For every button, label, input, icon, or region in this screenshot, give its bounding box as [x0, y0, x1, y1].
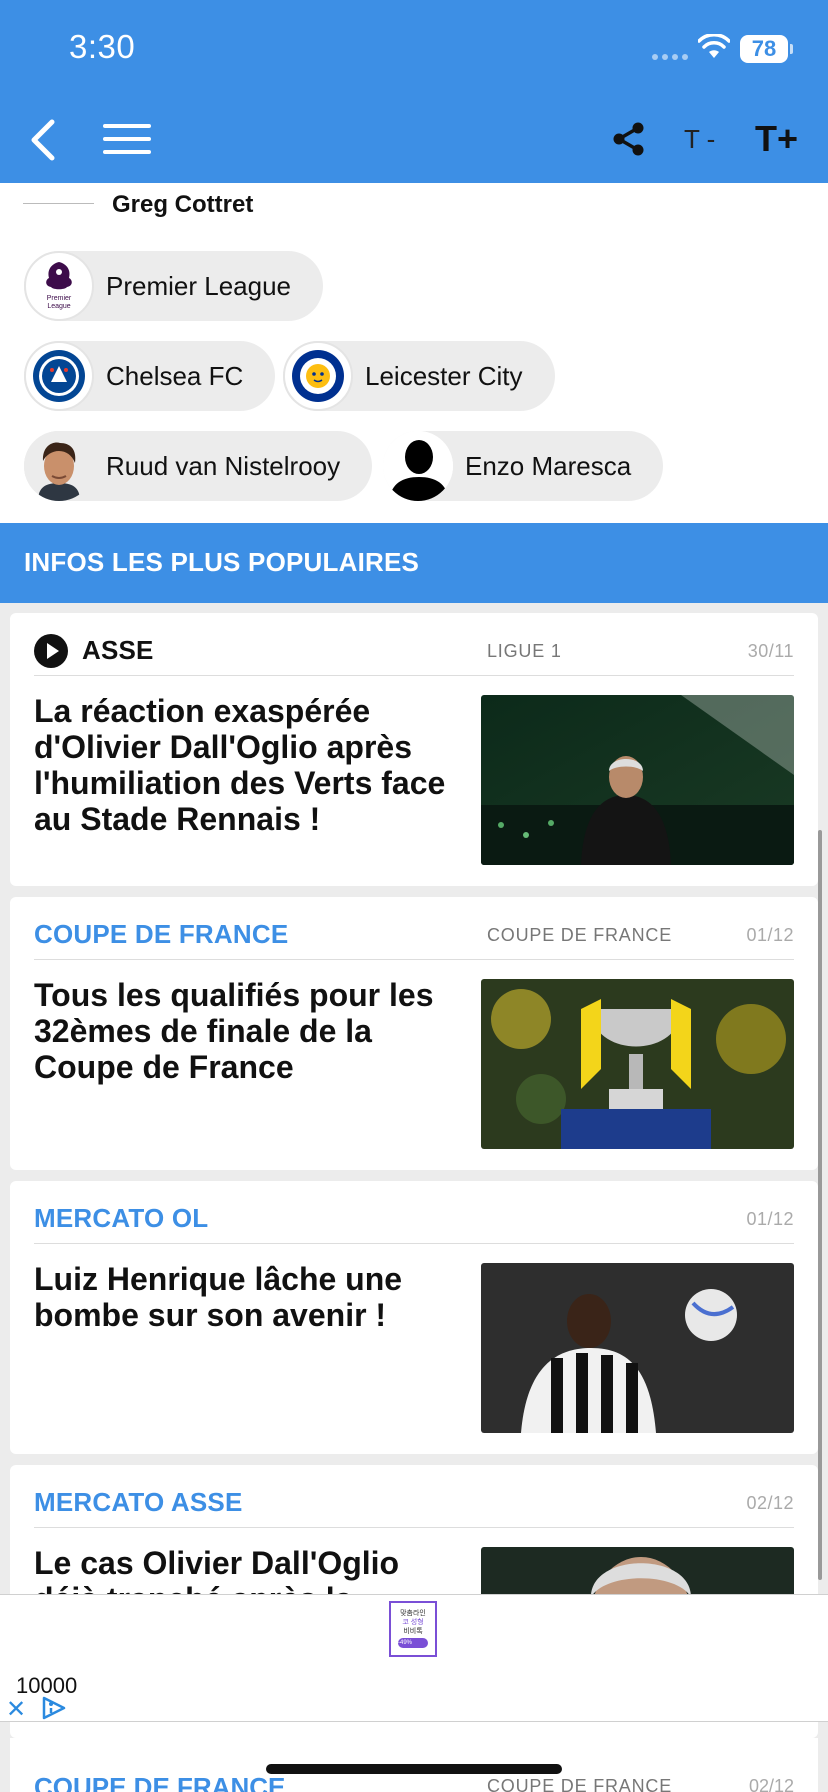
svg-text:League: League	[47, 303, 70, 310]
home-indicator[interactable]	[266, 1764, 562, 1774]
news-card[interactable]: MERCATO OL 01/12 Luiz Henrique lâche une…	[10, 1181, 818, 1454]
popular-news-heading: INFOS LES PLUS POPULAIRES	[0, 523, 828, 603]
section-title: INFOS LES PLUS POPULAIRES	[24, 547, 420, 577]
ad-image[interactable]: 맞춤라인 코 성형 비비톡 -49%	[389, 1601, 437, 1657]
news-category: MERCATO OL	[34, 1203, 209, 1233]
tag-label: Chelsea FC	[106, 360, 244, 391]
news-competition: LIGUE 1	[487, 641, 562, 661]
ad-image-text: 비비톡	[403, 1628, 423, 1635]
article-tags-section: Greg Cottret Premier League Premier Leag…	[0, 183, 828, 523]
tag-enzo-maresca[interactable]: Enzo Maresca	[383, 431, 664, 501]
article-author: Greg Cottret	[112, 191, 254, 218]
leicester-crest-icon	[283, 341, 353, 411]
news-category: COUPE DE FRANCE	[34, 919, 289, 949]
card-divider	[34, 1527, 794, 1528]
back-arrow-icon[interactable]	[24, 116, 64, 164]
tag-label: Leicester City	[365, 360, 523, 391]
tag-leicester-city[interactable]: Leicester City	[283, 341, 555, 411]
news-thumbnail	[481, 1263, 794, 1433]
tag-label: Premier League	[106, 270, 291, 301]
card-divider	[34, 959, 794, 960]
tag-label: Enzo Maresca	[465, 450, 632, 481]
chelsea-crest-icon	[24, 341, 94, 411]
news-card[interactable]: COUPE DE FRANCE COUPE DE FRANCE 01/12 To…	[10, 897, 818, 1170]
card-divider	[34, 675, 794, 676]
news-thumbnail	[481, 979, 794, 1149]
ad-image-text: 맞춤라인	[400, 1610, 426, 1617]
premier-league-logo-icon: Premier League	[24, 251, 94, 321]
news-date: 01/12	[746, 925, 794, 945]
news-date: 30/11	[747, 641, 794, 661]
ad-banner[interactable]: 맞춤라인 코 성형 비비톡 -49% 10000 ✕	[0, 1594, 828, 1724]
play-video-icon	[34, 634, 68, 668]
card-divider	[34, 1243, 794, 1244]
svg-text:Premier: Premier	[47, 295, 72, 302]
text-smaller-button[interactable]: T -	[684, 124, 715, 155]
status-time: 3:30	[69, 28, 136, 65]
adchoices-icon[interactable]	[40, 1695, 70, 1721]
tag-premier-league[interactable]: Premier League Premier League	[24, 251, 323, 321]
news-category: ASSE	[82, 635, 154, 665]
news-category: COUPE DE FRANCE	[34, 1772, 286, 1792]
person-silhouette-icon	[383, 431, 453, 501]
hamburger-menu-icon[interactable]	[103, 124, 151, 156]
news-title: Luiz Henrique lâche une bombe sur son av…	[34, 1261, 403, 1333]
news-thumbnail	[481, 695, 794, 865]
tag-chelsea-fc[interactable]: Chelsea FC	[24, 341, 276, 411]
close-icon[interactable]: ✕	[6, 1695, 26, 1724]
news-category: MERCATO ASSE	[34, 1487, 243, 1517]
scrollbar[interactable]	[818, 830, 822, 1580]
app-header: 3:30 78 T - T+	[0, 0, 828, 183]
tag-label: Ruud van Nistelrooy	[106, 450, 341, 481]
news-competition: COUPE DE FRANCE	[487, 925, 673, 945]
news-title: Tous les qualifiés pour les 32èmes de fi…	[34, 977, 434, 1085]
cellular-signal-icon	[652, 54, 688, 60]
ad-discount-badge: -49%	[398, 1638, 428, 1648]
news-date: 02/12	[748, 1776, 794, 1792]
news-card[interactable]: ASSE LIGUE 1 30/11 La réaction exaspérée…	[10, 613, 818, 886]
news-date: 01/12	[746, 1209, 794, 1229]
news-title: La réaction exaspérée d'Olivier Dall'Ogl…	[34, 693, 446, 837]
share-icon[interactable]	[612, 122, 646, 156]
text-larger-button[interactable]: T+	[755, 118, 798, 160]
wifi-icon	[698, 34, 730, 58]
battery-indicator: 78	[740, 35, 793, 63]
ad-image-text: 코 성형	[402, 1619, 424, 1626]
news-competition: COUPE DE FRANCE	[487, 1776, 673, 1792]
ruud-van-nistelrooy-avatar	[24, 431, 94, 501]
news-date: 02/12	[746, 1493, 794, 1513]
tag-ruud-van-nistelrooy[interactable]: Ruud van Nistelrooy	[24, 431, 373, 501]
author-divider	[23, 203, 94, 204]
